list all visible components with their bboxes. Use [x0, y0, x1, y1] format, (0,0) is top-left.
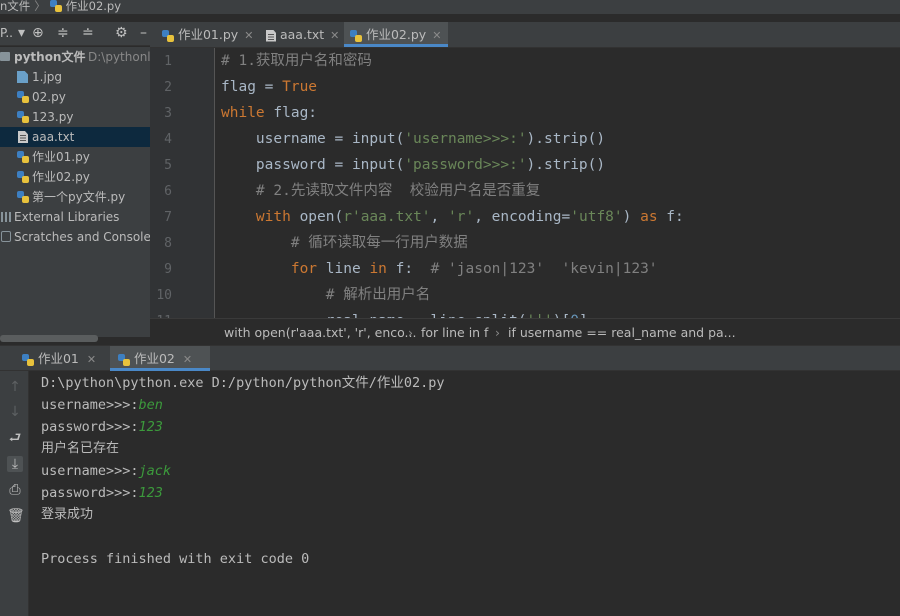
code-line: real_name = line.split('|')[0]	[221, 311, 588, 318]
code-breadcrumb-if[interactable]: if username == real_name and pa...	[508, 319, 736, 346]
soft-wrap-icon[interactable]: ⮐	[7, 430, 23, 446]
scroll-to-end-icon[interactable]: ⤓	[7, 456, 23, 472]
python-run-icon	[118, 353, 130, 366]
arrow-up-icon[interactable]: ↑	[7, 379, 23, 395]
console-command-line: D:\python\python.exe D:/python/python文件/…	[41, 375, 445, 391]
close-icon[interactable]: ✕	[87, 353, 96, 366]
python-run-icon	[22, 353, 34, 366]
chevron-right-icon: ›	[408, 325, 413, 340]
console-prompt: password>>>:	[41, 419, 139, 435]
console-user-input: 123	[138, 419, 163, 435]
console-line: password>>>:123	[41, 484, 163, 502]
ide-window: n文件〉 作业02.py P.. ▾ ⊕ ≑ ≐ ⚙ – python文件 D:…	[0, 0, 900, 616]
code-breadcrumb-for[interactable]: for line in f	[421, 319, 488, 346]
console-line: username>>>:jack	[41, 462, 171, 480]
code-area: # 1.获取用户名和密码 flag = True while flag: use…	[0, 0, 900, 318]
code-line: flag = True	[221, 79, 318, 95]
console-user-input: ben	[138, 397, 163, 413]
console-output: 用户名已存在	[41, 441, 120, 456]
chevron-right-icon: ›	[495, 325, 500, 340]
code-line: # 循环读取每一行用户数据	[290, 235, 468, 251]
code-line: while flag:	[221, 105, 318, 121]
code-breadcrumb: with open(r'aaa.txt', 'r', enco... › for…	[150, 318, 900, 345]
code-line: with open(r'aaa.txt', 'r', encoding='utf…	[255, 209, 684, 225]
code-breadcrumb-with[interactable]: with open(r'aaa.txt', 'r', enco...	[224, 319, 416, 346]
tree-horizontal-scrollbar[interactable]	[0, 335, 98, 342]
run-tab-zuoye02[interactable]: 作业02 ✕	[110, 346, 210, 371]
console-output: 登录成功	[41, 507, 94, 522]
run-toolbar: ↑ ↓ ⮐ ⤓ ⎙ 🗑	[0, 371, 29, 616]
arrow-down-icon[interactable]: ↓	[7, 404, 23, 420]
console-exit-message: Process finished with exit code 0	[41, 551, 310, 567]
close-icon[interactable]: ✕	[183, 353, 192, 366]
code-line: username = input('username>>>:').strip()	[221, 131, 606, 147]
run-tab-label: 作业01	[37, 351, 79, 366]
console-user-input: 123	[138, 485, 163, 501]
trash-icon[interactable]: 🗑	[7, 508, 25, 524]
console-prompt: username>>>:	[41, 463, 139, 479]
code-line: # 1.获取用户名和密码	[221, 53, 372, 69]
run-tab-zuoye01[interactable]: 作业01 ✕	[0, 346, 105, 371]
code-line: password = input('password>>>:').strip()	[221, 157, 606, 173]
console-user-input: jack	[138, 463, 172, 479]
code-line: # 解析出用户名	[325, 287, 431, 303]
print-icon[interactable]: ⎙	[7, 482, 23, 498]
code-line: for line in f: # 'jason|123' 'kevin|123'	[290, 261, 658, 277]
console-prompt: username>>>:	[41, 397, 139, 413]
code-line: # 2.先读取文件内容 校验用户名是否重复	[255, 183, 541, 199]
console-prompt: password>>>:	[41, 485, 139, 501]
run-tab-label: 作业02	[133, 351, 175, 366]
run-tab-bar: 作业01 ✕ 作业02 ✕	[0, 345, 900, 371]
console-line: password>>>:123	[41, 418, 163, 436]
console-line: username>>>:ben	[41, 396, 163, 414]
